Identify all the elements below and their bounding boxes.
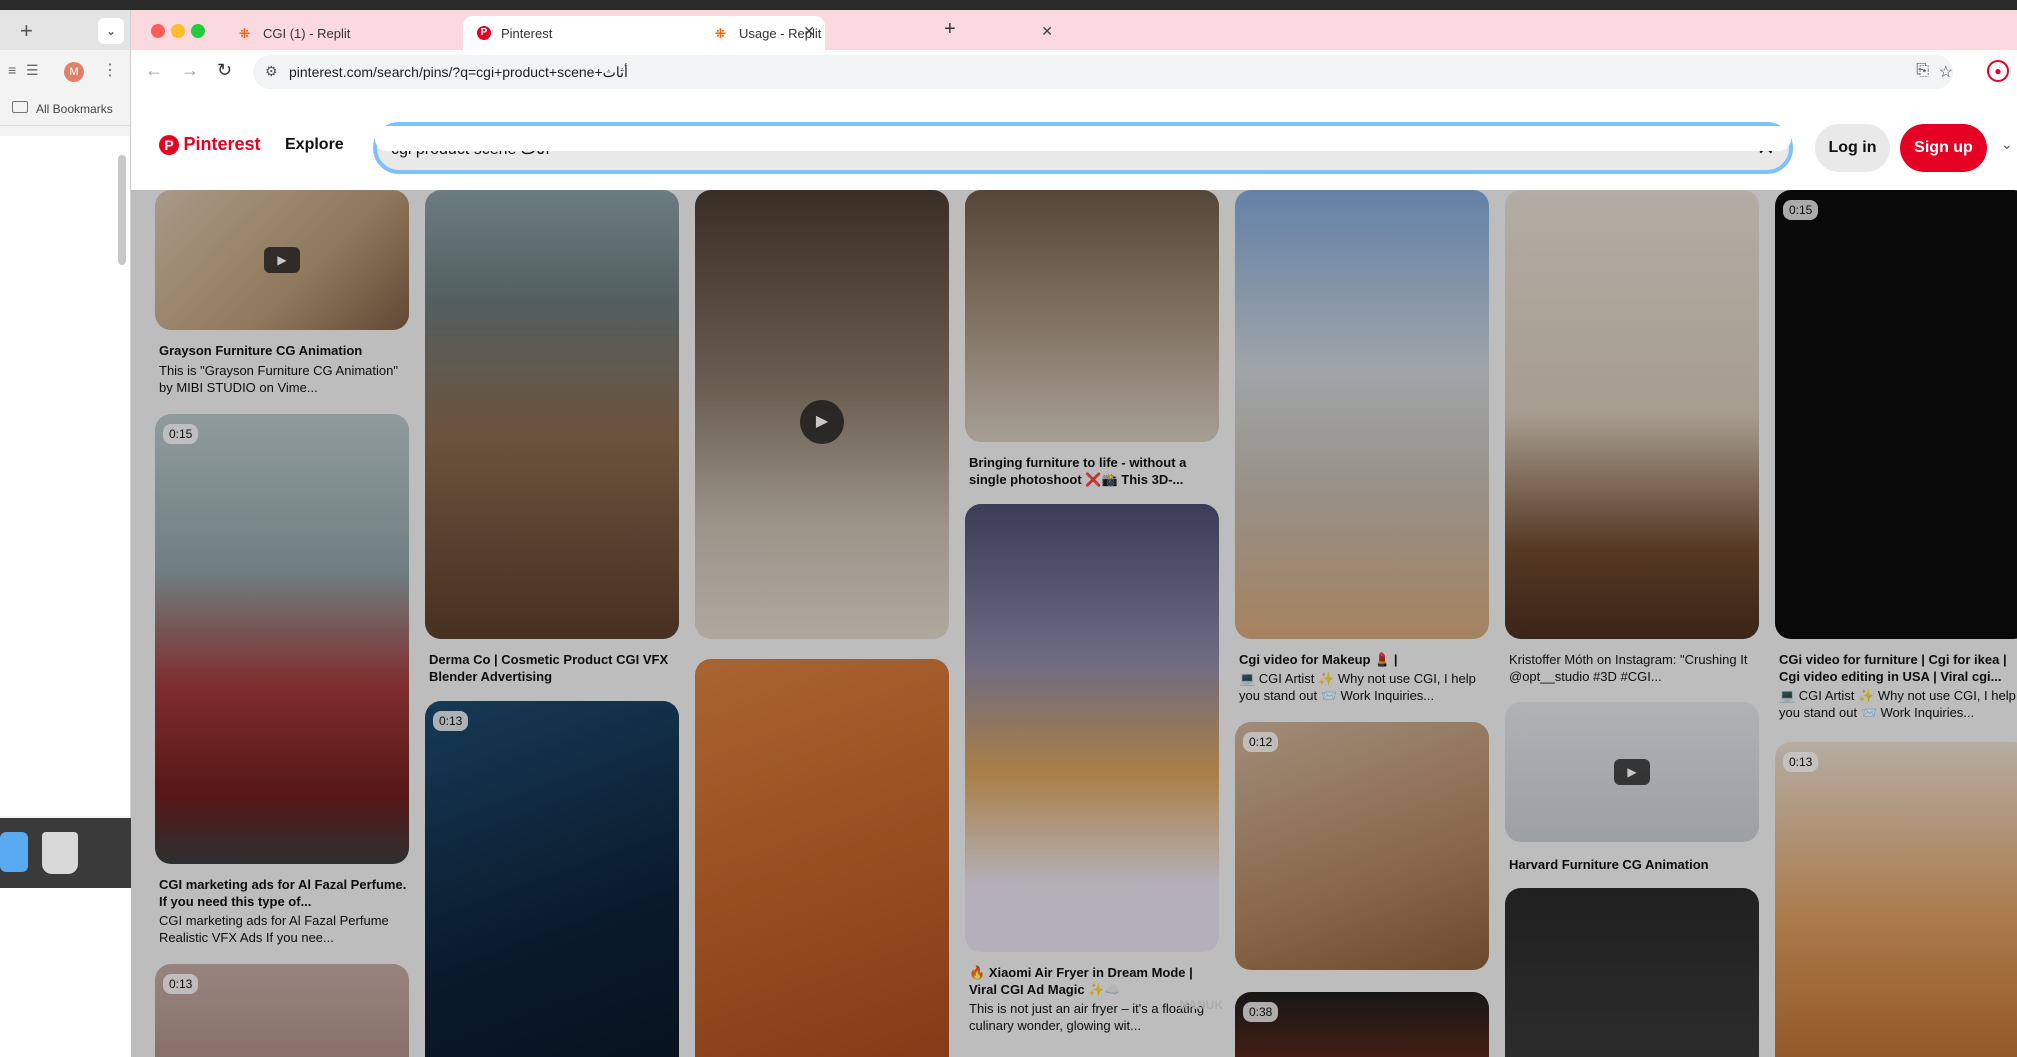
forward-arrow-icon[interactable]: → [181, 60, 199, 81]
zoom-window-button[interactable] [191, 24, 205, 38]
pin-image[interactable] [695, 659, 949, 1057]
pin-title[interactable]: CGi video for furniture | Cgi for ikea |… [1779, 651, 2017, 685]
background-toolbar: ≡ ☰ M ⋮ [0, 50, 130, 92]
pin-image[interactable] [425, 190, 679, 639]
pin-title[interactable]: Grayson Furniture CG Animation [159, 342, 407, 359]
video-duration-badge: 0:38 [1243, 1002, 1279, 1022]
brand-watermark: NANUK [1179, 998, 1223, 1012]
tab-label: Usage - Replit [739, 26, 822, 41]
pin-image[interactable] [1775, 190, 2017, 639]
background-scrollbar[interactable] [118, 155, 126, 265]
url-text[interactable]: pinterest.com/search/pins/?q=cgi+product… [289, 64, 628, 81]
pinterest-logo-icon: P [159, 134, 179, 155]
close-tab-icon[interactable]: ✕ [1041, 23, 1053, 40]
bookmark-star-icon[interactable]: ☆ [1939, 62, 1953, 82]
pin-image[interactable] [1505, 888, 1759, 1057]
chrome-window: ⁜ CGI (1) - Replit ✕ P Pinterest ✕ ⁜ Usa… [131, 10, 2017, 1057]
reading-list-icon[interactable]: ≡ [8, 62, 16, 78]
pin-title[interactable]: Derma Co | Cosmetic Product CGI VFX Blen… [429, 651, 677, 685]
video-duration-badge: 0:12 [1243, 732, 1279, 752]
video-duration-badge: 0:15 [163, 424, 199, 444]
tab-label: Pinterest [501, 26, 553, 41]
close-window-button[interactable] [151, 24, 165, 38]
minimize-window-button[interactable] [171, 24, 185, 38]
new-tab-icon[interactable]: + [20, 18, 33, 44]
play-icon: ▶ [800, 400, 844, 444]
chrome-profile-icon[interactable]: ● [1987, 60, 2009, 82]
back-arrow-icon[interactable]: ← [145, 60, 163, 81]
pin-image[interactable] [155, 414, 409, 864]
new-tab-button[interactable]: + [944, 18, 956, 41]
explore-link[interactable]: Explore [285, 136, 344, 154]
trash-icon[interactable] [42, 832, 78, 874]
play-icon: ▶ [1614, 759, 1650, 785]
video-duration-badge: 0:13 [433, 711, 469, 731]
background-content [0, 136, 130, 816]
pin-title[interactable]: Bringing furniture to life - without a s… [969, 454, 1217, 488]
pin-grid: ▶ Grayson Furniture CG Animation This is… [131, 190, 2017, 1057]
folder-icon [12, 101, 28, 113]
login-button[interactable]: Log in [1815, 124, 1890, 172]
video-duration-badge: 0:13 [163, 974, 199, 994]
video-duration-badge: 0:15 [1783, 200, 1819, 220]
video-duration-badge: 0:13 [1783, 752, 1819, 772]
pin-title[interactable]: CGI marketing ads for Al Fazal Perfume. … [159, 876, 407, 910]
chevron-down-icon[interactable]: ⌄ [2001, 136, 2013, 153]
pin-image[interactable] [1775, 742, 2017, 1057]
search-suggestions-panel [375, 126, 1791, 151]
pin-description: This is "Grayson Furniture CG Animation"… [159, 363, 398, 395]
address-bar[interactable]: ⚙ pinterest.com/search/pins/?q=cgi+produ… [253, 55, 1953, 89]
reload-icon[interactable]: ↻ [217, 60, 232, 81]
install-app-icon[interactable]: ⎘ [1916, 62, 1929, 80]
pin-title[interactable]: Cgi video for Makeup 💄 | [1239, 651, 1487, 668]
tab-label: CGI (1) - Replit [263, 26, 351, 41]
site-settings-icon[interactable]: ⚙ [265, 63, 278, 80]
macos-menubar [0, 0, 2017, 10]
pin-image[interactable] [425, 701, 679, 1057]
bookmarks-bar: All Bookmarks [0, 92, 130, 126]
pin-image[interactable] [965, 504, 1219, 952]
pin-image[interactable] [1235, 190, 1489, 639]
replit-icon: ⁜ [715, 26, 726, 41]
pinterest-logo[interactable]: P Pinterest [159, 134, 260, 158]
pinterest-logo-text: Pinterest [183, 134, 261, 154]
background-browser-window: + ⌄ ≡ ☰ M ⋮ All Bookmarks [0, 10, 131, 818]
pin-image[interactable] [965, 190, 1219, 442]
signup-button[interactable]: Sign up [1900, 124, 1987, 172]
profile-avatar[interactable]: M [64, 62, 84, 82]
menu-dots-icon[interactable]: ⋮ [102, 60, 118, 80]
finder-icon[interactable] [0, 832, 28, 872]
replit-icon: ⁜ [239, 26, 250, 41]
tab-strip: ⁜ CGI (1) - Replit ✕ P Pinterest ✕ ⁜ Usa… [131, 10, 2017, 50]
pin-title[interactable]: Harvard Furniture CG Animation [1509, 856, 1757, 873]
background-tabbar: + ⌄ [0, 10, 130, 50]
pin-image[interactable] [1235, 722, 1489, 970]
play-icon: ▶ [264, 247, 300, 273]
queue-icon[interactable]: ☰ [26, 62, 39, 79]
tab-search-dropdown-icon[interactable]: ⌄ [98, 18, 124, 44]
pin-image[interactable] [1505, 190, 1759, 639]
all-bookmarks-link[interactable]: All Bookmarks [36, 102, 113, 116]
tab-usage-replit[interactable]: ⁜ Usage - Replit ✕ [701, 16, 1063, 50]
pin-description: 💻 CGI Artist ✨ Why not use CGI, I help y… [1239, 671, 1476, 703]
browser-toolbar: ← → ↻ ⚙ pinterest.com/search/pins/?q=cgi… [131, 50, 2017, 94]
pin-description: 💻 CGI Artist ✨ Why not use CGI, I help y… [1779, 688, 2016, 720]
pinterest-icon: P [477, 26, 491, 40]
pin-title[interactable]: 🔥 Xiaomi Air Fryer in Dream Mode | Viral… [969, 964, 1217, 998]
pin-description: Kristoffer Móth on Instagram: "Crushing … [1509, 652, 1748, 684]
pin-description: CGI marketing ads for Al Fazal Perfume R… [159, 913, 389, 945]
